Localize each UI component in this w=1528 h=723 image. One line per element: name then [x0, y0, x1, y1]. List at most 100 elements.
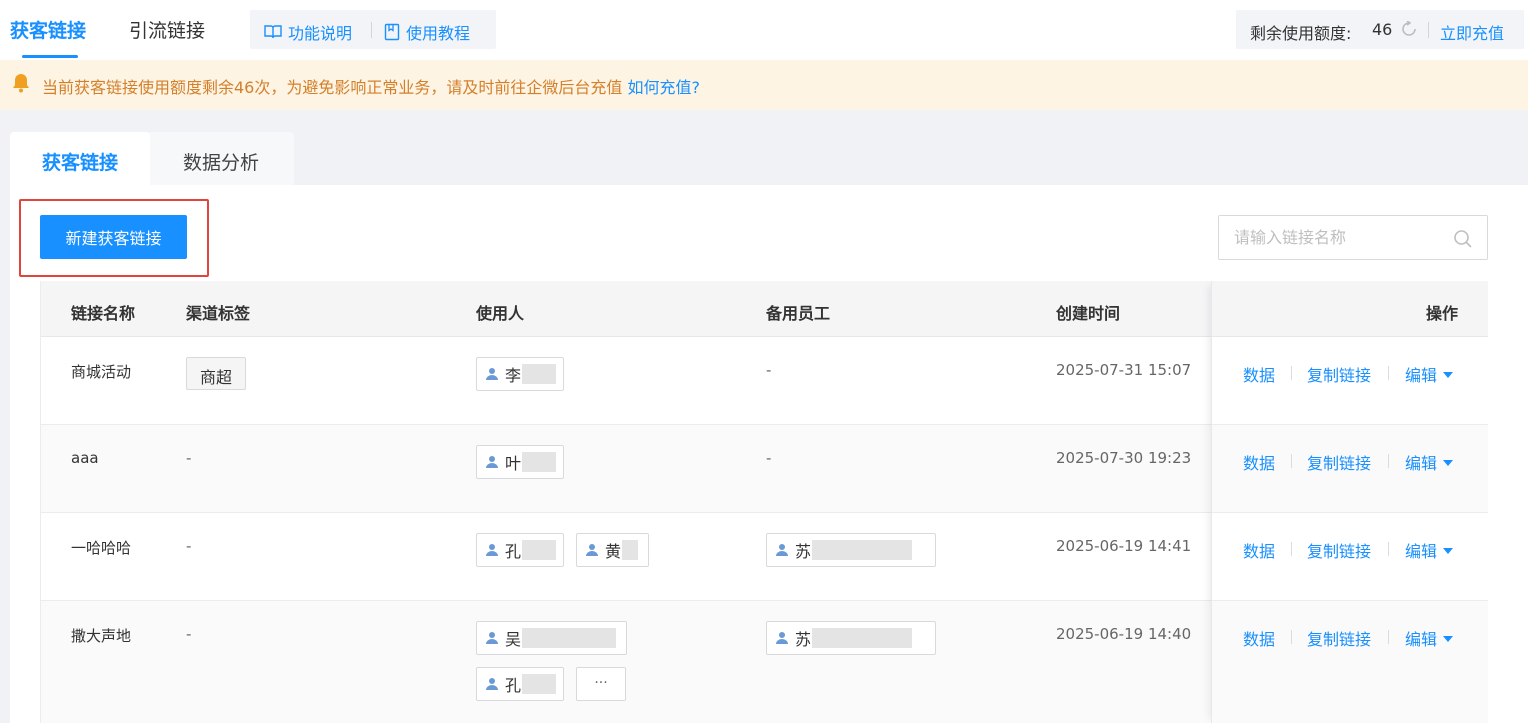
edit-dropdown[interactable]: 编辑: [1405, 362, 1454, 386]
copy-link-button[interactable]: 复制链接: [1307, 626, 1371, 650]
copy-link-button[interactable]: 复制链接: [1307, 362, 1371, 386]
column-header-actions: 操作: [1426, 304, 1459, 323]
top-tab-traffic-link[interactable]: 引流链接: [129, 16, 205, 43]
redacted-mask: [622, 540, 639, 560]
created-time: 2025-07-31 15:07: [1056, 361, 1192, 379]
tab-acquisition-links[interactable]: 获客链接: [10, 132, 150, 185]
redacted-mask: [522, 628, 617, 648]
redacted-mask: [522, 540, 557, 560]
column-header-channel: 渠道标签: [186, 304, 251, 323]
data-link[interactable]: 数据: [1243, 626, 1275, 650]
actions-cell: 数据 复制链接 编辑: [1212, 513, 1488, 601]
caret-down-icon: [1443, 635, 1454, 642]
link-name: 撒大声地: [71, 627, 132, 645]
user-name: 李: [505, 366, 522, 385]
more-users-button[interactable]: ···: [576, 667, 626, 701]
quota-label: 剩余使用额度:: [1250, 24, 1352, 43]
copy-link-button[interactable]: 复制链接: [1307, 538, 1371, 562]
edit-label: 编辑: [1405, 542, 1438, 561]
warning-text: 当前获客链接使用额度剩余46次，为避免影响正常业务，请及时前往企微后台充值: [42, 78, 623, 97]
caret-down-icon: [1443, 459, 1454, 466]
divider: [1291, 630, 1292, 644]
actions-header: 操作: [1212, 281, 1488, 337]
user-icon: [486, 544, 498, 556]
edit-label: 编辑: [1405, 454, 1438, 473]
created-time: 2025-06-19 14:41: [1056, 537, 1192, 555]
how-to-recharge-link[interactable]: 如何充值?: [627, 78, 700, 97]
user-name: 叶: [505, 454, 522, 473]
backup-chip: 苏: [766, 621, 936, 655]
tab-data-analysis[interactable]: 数据分析: [148, 132, 294, 185]
channel-tag: 商超: [186, 357, 247, 390]
divider: [1291, 542, 1292, 556]
refresh-icon[interactable]: [1402, 20, 1416, 41]
redacted-mask: [812, 628, 913, 648]
search-input[interactable]: [1219, 216, 1449, 259]
copy-link-button[interactable]: 复制链接: [1307, 450, 1371, 474]
backup-staff: 苏: [795, 542, 812, 561]
edit-dropdown[interactable]: 编辑: [1405, 538, 1454, 562]
created-time: 2025-07-30 19:23: [1056, 449, 1192, 467]
column-header-created: 创建时间: [1056, 304, 1121, 323]
user-chip: 孔: [476, 667, 564, 701]
warning-message: 当前获客链接使用额度剩余46次，为避免影响正常业务，请及时前往企微后台充值 如何…: [42, 74, 700, 98]
actions-cell: 数据 复制链接 编辑: [1212, 601, 1488, 723]
channel-tag: -: [186, 449, 192, 467]
divider: [1388, 542, 1389, 556]
help-links: 功能说明 使用教程: [250, 10, 496, 49]
column-header-users: 使用人: [476, 304, 525, 323]
link-name: aaa: [71, 449, 99, 467]
backup-staff: -: [766, 361, 772, 379]
link-name: 商城活动: [71, 363, 132, 381]
user-name: 吴: [505, 630, 522, 649]
quota-value: 46: [1372, 20, 1393, 39]
quota-box: 剩余使用额度: 46 立即充值: [1236, 10, 1524, 49]
top-tab-acquisition-link[interactable]: 获客链接: [10, 16, 86, 43]
edit-label: 编辑: [1405, 630, 1438, 649]
user-icon: [776, 632, 788, 644]
data-link[interactable]: 数据: [1243, 450, 1275, 474]
user-chip: 吴: [476, 621, 627, 655]
data-link[interactable]: 数据: [1243, 538, 1275, 562]
edit-dropdown[interactable]: 编辑: [1405, 626, 1454, 650]
channel-tag: -: [186, 537, 192, 555]
user-icon: [486, 632, 498, 644]
search-icon[interactable]: [1453, 229, 1473, 249]
data-link[interactable]: 数据: [1243, 362, 1275, 386]
user-name: 黄: [605, 542, 622, 561]
new-acquisition-link-button[interactable]: 新建获客链接: [40, 215, 187, 259]
user-icon: [486, 456, 498, 468]
divider: [1388, 454, 1389, 468]
caret-down-icon: [1443, 371, 1454, 378]
top-bar: 获客链接 引流链接 功能说明 使用教程 剩余使用额度: 46 立即充值: [0, 0, 1528, 60]
created-time: 2025-06-19 14:40: [1056, 625, 1192, 643]
user-chip: 叶: [476, 445, 564, 479]
user-name: 孔: [505, 542, 522, 561]
redacted-mask: [812, 540, 913, 560]
feature-description-link[interactable]: 功能说明: [264, 20, 352, 44]
divider: [1388, 630, 1389, 644]
feature-description-label: 功能说明: [288, 24, 353, 43]
channel-tag: -: [186, 625, 192, 643]
user-chip: 孔: [476, 533, 564, 567]
link-name: 一哈哈哈: [71, 539, 132, 557]
edit-label: 编辑: [1405, 366, 1438, 385]
divider: [371, 22, 372, 38]
quota-warning-bar: 当前获客链接使用额度剩余46次，为避免影响正常业务，请及时前往企微后台充值 如何…: [0, 60, 1528, 110]
redacted-mask: [522, 364, 557, 384]
user-name: 孔: [505, 676, 522, 695]
divider: [1291, 454, 1292, 468]
backup-chip: 苏: [766, 533, 936, 567]
backup-staff: -: [766, 449, 772, 467]
user-icon: [486, 368, 498, 380]
recharge-now-link[interactable]: 立即充值: [1440, 20, 1504, 44]
tutorial-link[interactable]: 使用教程: [384, 20, 470, 44]
document-icon: [384, 23, 400, 41]
bell-icon: [13, 74, 29, 93]
user-icon: [586, 544, 598, 556]
search-box: [1218, 215, 1488, 260]
actions-cell: 数据 复制链接 编辑: [1212, 425, 1488, 513]
active-tab-indicator: [22, 55, 78, 58]
edit-dropdown[interactable]: 编辑: [1405, 450, 1454, 474]
book-icon: [264, 25, 282, 39]
